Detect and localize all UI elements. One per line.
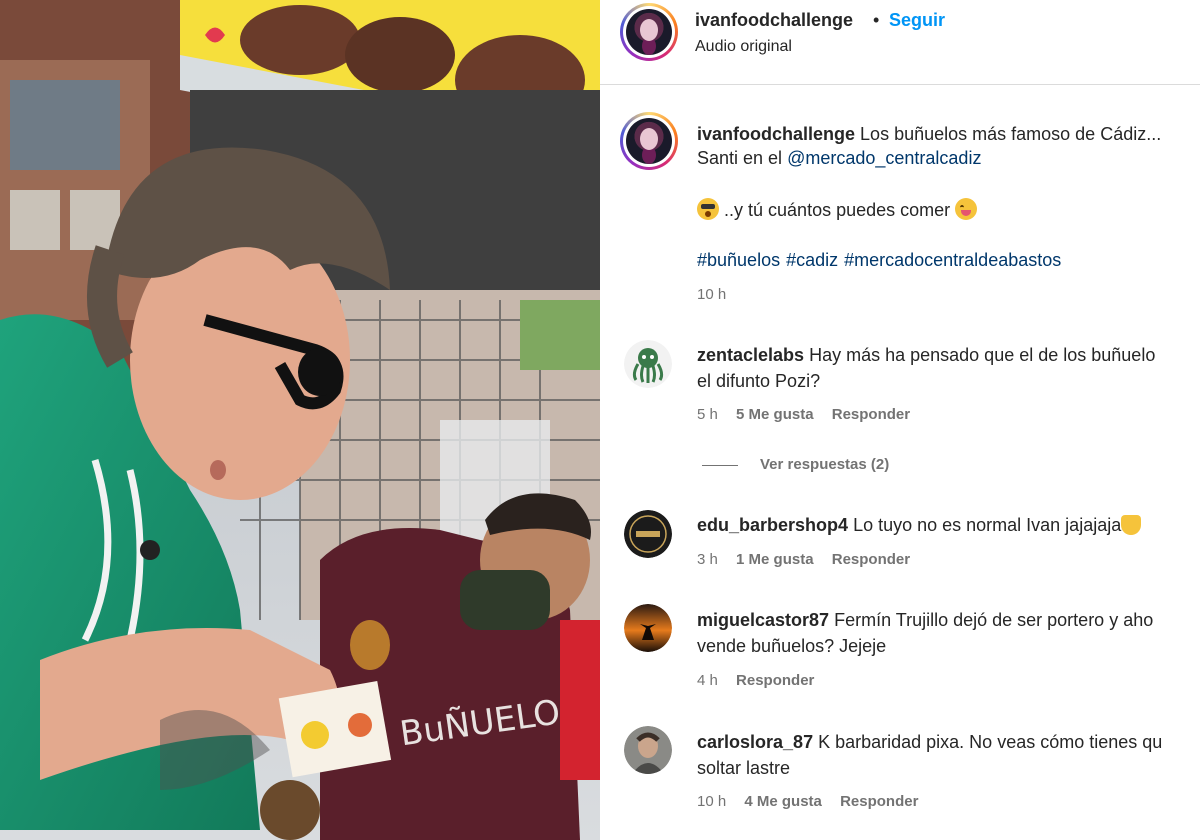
- caption-username[interactable]: ivanfoodchallenge: [697, 124, 855, 144]
- octopus-avatar-icon: [624, 340, 672, 388]
- barbershop-logo-avatar-icon: [624, 510, 672, 558]
- header-divider: [600, 84, 1200, 85]
- comment-timestamp[interactable]: 10 h: [697, 793, 726, 810]
- caption-line-1: ivanfoodchallenge Los buñuelos más famos…: [697, 120, 1197, 148]
- comment-text: el difunto Pozi?: [697, 371, 821, 391]
- caption-line-3: ..y tú cuántos puedes comer: [697, 198, 978, 221]
- comment-4-line-1: carloslora_87 K barbaridad pixa. No veas…: [697, 729, 1200, 755]
- caption-text-2: Santi en el: [697, 148, 783, 168]
- comment-text: vende buñuelos? Jejeje: [697, 636, 887, 656]
- comment-avatar[interactable]: [624, 510, 672, 558]
- comment-text: soltar lastre: [697, 758, 791, 778]
- hashtag-link[interactable]: #cadiz: [786, 250, 838, 270]
- comment-1-line-1: zentaclelabs Hay más ha pensado que el d…: [697, 342, 1200, 368]
- comment-avatar[interactable]: [624, 604, 672, 652]
- comment-timestamp[interactable]: 5 h: [697, 406, 718, 423]
- audio-label[interactable]: Audio original: [695, 38, 792, 56]
- video-frame-illustration: BuÑUELO: [0, 0, 600, 840]
- caption-hashtags: #buñuelos #cadiz #mercadocentraldeabastos: [697, 250, 1067, 271]
- user-photo-avatar-icon: [624, 726, 672, 774]
- comment-username[interactable]: zentaclelabs: [697, 345, 804, 365]
- caption-mention-link[interactable]: @mercado_centralcadiz: [787, 148, 981, 168]
- comment-1-line-2: el difunto Pozi?: [697, 368, 1200, 394]
- comment-2-meta: 3 h 1 Me gusta Responder: [697, 551, 924, 568]
- comment-text: Lo tuyo no es normal Ivan jajajaja: [853, 515, 1122, 535]
- caption-line-2: Santi en el @mercado_centralcadiz: [697, 148, 981, 169]
- raised-hands-emoji-icon: [1121, 515, 1142, 535]
- comment-2-line-1: edu_barbershop4 Lo tuyo no es normal Iva…: [697, 512, 1200, 538]
- comment-likes[interactable]: 4 Me gusta: [744, 793, 822, 810]
- sunset-avatar-icon: [624, 604, 672, 652]
- reply-button[interactable]: Responder: [832, 551, 910, 568]
- view-replies-button[interactable]: Ver respuestas (2): [702, 456, 889, 473]
- comment-timestamp[interactable]: 3 h: [697, 551, 718, 568]
- post-sidebar: ivanfoodchallenge • Seguir Audio origina…: [600, 0, 1200, 840]
- comment-3-line-2: vende buñuelos? Jejeje: [697, 633, 1200, 659]
- comment-username[interactable]: carloslora_87: [697, 732, 813, 752]
- comment-avatar[interactable]: [624, 726, 672, 774]
- comment-avatar[interactable]: [624, 340, 672, 388]
- view-replies-label: Ver respuestas (2): [760, 456, 890, 473]
- author-avatar-image: [626, 9, 672, 55]
- comment-text: Fermín Trujillo dejó de ser portero y ah…: [834, 610, 1154, 630]
- comment-text: K barbaridad pixa. No veas cómo tienes q…: [818, 732, 1163, 752]
- comment-text: Hay más ha pensado que el de los buñuelo: [809, 345, 1156, 365]
- sunglasses-face-emoji-icon: [697, 198, 719, 220]
- comment-3-meta: 4 h Responder: [697, 672, 828, 689]
- caption-author-avatar[interactable]: [620, 112, 678, 170]
- post-video[interactable]: BuÑUELO: [0, 0, 600, 840]
- comment-1-meta: 5 h 5 Me gusta Responder: [697, 406, 924, 423]
- hashtag-link[interactable]: #buñuelos: [697, 250, 780, 270]
- author-avatar[interactable]: [620, 3, 678, 61]
- header-username[interactable]: ivanfoodchallenge: [695, 10, 853, 31]
- follow-button[interactable]: Seguir: [889, 10, 945, 31]
- reply-button[interactable]: Responder: [840, 793, 918, 810]
- comment-timestamp[interactable]: 4 h: [697, 672, 718, 689]
- caption-author-avatar-image: [626, 118, 672, 164]
- comment-username[interactable]: edu_barbershop4: [697, 515, 848, 535]
- header-separator: •: [873, 10, 880, 30]
- replies-line-divider: [702, 464, 738, 466]
- comment-username[interactable]: miguelcastor87: [697, 610, 829, 630]
- hashtag-link[interactable]: #mercadocentraldeabastos: [844, 250, 1061, 270]
- yum-face-emoji-icon: [955, 198, 978, 220]
- comment-4-line-2: soltar lastre: [697, 755, 1200, 781]
- caption-text-1: Los buñuelos más famoso de Cádiz...: [860, 124, 1162, 144]
- reply-button[interactable]: Responder: [736, 672, 814, 689]
- comment-likes[interactable]: 5 Me gusta: [736, 406, 814, 423]
- comment-3-line-1: miguelcastor87 Fermín Trujillo dejó de s…: [697, 607, 1200, 633]
- caption-text-3: ..y tú cuántos puedes comer: [724, 200, 951, 220]
- reply-button[interactable]: Responder: [832, 406, 910, 423]
- caption-timestamp[interactable]: 10 h: [697, 286, 726, 303]
- comment-likes[interactable]: 1 Me gusta: [736, 551, 814, 568]
- comment-4-meta: 10 h 4 Me gusta Responder: [697, 793, 932, 810]
